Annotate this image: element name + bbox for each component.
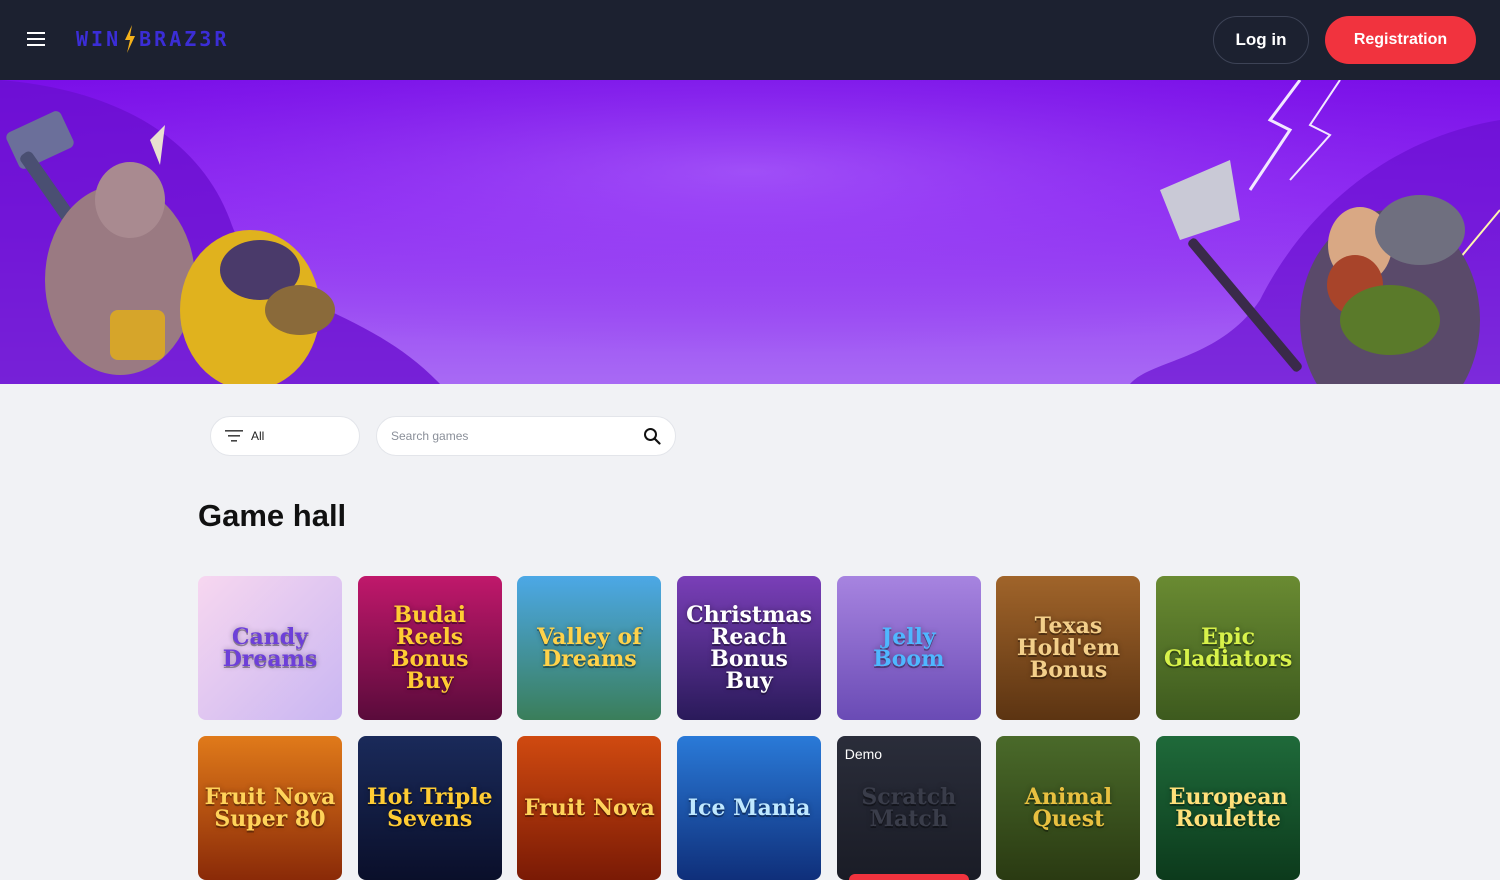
game-tile[interactable]: Ice Mania [677, 736, 822, 880]
filter-icon [225, 430, 243, 442]
game-tile[interactable]: Jelly Boom [836, 576, 981, 720]
top-header: WIN BRAZ3R Log in Registration [0, 0, 1500, 80]
site-logo[interactable]: WIN BRAZ3R [76, 24, 229, 54]
demo-label: Demo [844, 746, 883, 762]
game-title: Jelly Boom [873, 624, 945, 672]
category-filter[interactable]: All [210, 416, 360, 456]
hero-banner [0, 80, 1500, 384]
game-title: Fruit Nova [523, 795, 655, 821]
game-tile[interactable]: Christmas Reach Bonus Buy [677, 576, 822, 720]
game-title: Fruit Nova Super 80 [204, 784, 336, 832]
game-grid: Candy Dreams Budai Reels Bonus Buy Valley … [198, 576, 1301, 880]
play-button[interactable] [848, 874, 969, 880]
game-title: Texas Hold'em Bonus [1016, 613, 1121, 683]
menu-icon[interactable] [24, 28, 48, 52]
game-title: Scratch Match [861, 784, 957, 832]
login-button[interactable]: Log in [1213, 16, 1309, 64]
game-tile[interactable]: Budai Reels Bonus Buy [357, 576, 502, 720]
game-tile[interactable]: Animal Quest [996, 736, 1141, 880]
game-title: Candy Dreams [222, 624, 318, 672]
registration-button[interactable]: Registration [1325, 16, 1476, 64]
search-input[interactable] [391, 429, 643, 443]
game-title: Christmas Reach Bonus Buy [686, 602, 813, 694]
game-title: Budai Reels Bonus Buy [390, 602, 469, 694]
game-title: Animal Quest [1024, 784, 1113, 832]
logo-text-left: WIN [76, 27, 122, 51]
section-title: Game hall [198, 498, 347, 533]
game-title: Ice Mania [687, 795, 811, 821]
game-tile[interactable]: Candy Dreams [198, 576, 342, 720]
game-tile[interactable]: Fruit Nova Super 80 [198, 736, 342, 880]
game-tile[interactable]: Valley of Dreams [517, 576, 662, 720]
game-title: Valley of Dreams [537, 624, 642, 672]
search-icon[interactable] [643, 427, 661, 445]
game-tile[interactable]: Hot Triple Sevens [357, 736, 502, 880]
game-tile[interactable]: Texas Hold'em Bonus [996, 576, 1141, 720]
game-title: European Roulette [1168, 784, 1288, 832]
logo-text-right: BRAZ3R [139, 27, 230, 51]
lightning-bolt-icon [125, 25, 136, 53]
game-tile[interactable]: Epic Gladiators [1156, 576, 1301, 720]
category-filter-label: All [251, 429, 265, 443]
game-tile[interactable]: Fruit Nova [517, 736, 662, 880]
game-tile[interactable]: European Roulette [1156, 736, 1301, 880]
game-tile[interactable]: Scratch Match Demo [836, 736, 981, 880]
search-box [376, 416, 676, 456]
game-title: Epic Gladiators [1164, 624, 1293, 672]
game-title: Hot Triple Sevens [366, 784, 493, 832]
banner-artwork [0, 80, 1500, 384]
